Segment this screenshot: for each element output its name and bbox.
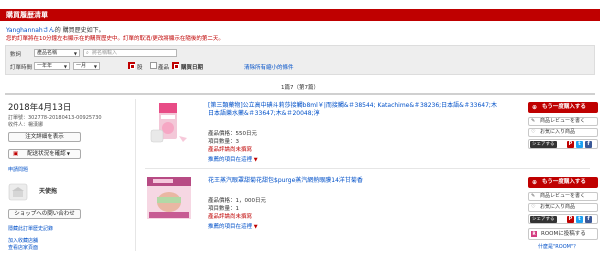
inquiry-link[interactable]: 申請問題 [8,166,28,173]
shop-name: 天使拖 [39,188,58,195]
contact-shop-button[interactable]: ショップへの問い合わせ [8,209,81,219]
room-post-button[interactable]: R ROOMに投稿する [528,228,598,240]
option-product: 產品 [158,65,170,71]
clear-filters-link[interactable]: 清除所有縮小的條件 [244,63,294,71]
checkbox-product[interactable] [150,62,157,69]
search-icon: ⌕ [86,50,89,56]
list-item: [第三類藥物]公立高中碘斗莉莎接觸b8ml￥|而接觸&＃38544; Katac… [145,102,598,164]
product-quantity: 項目數量：1 [208,206,239,212]
share-bar: シェアする P t f [528,139,598,149]
order-notice: 您的訂單將在10分鐘左右顯示在的購買歷史中。訂單的取消/更改將顯示在隨後的第二天… [6,36,224,42]
pencil-icon: ✎ [531,193,536,199]
view-shop-link[interactable]: 查看店家頁面 [8,244,38,251]
pinterest-icon[interactable]: P [567,141,574,148]
column-divider [135,99,136,251]
chevron-down-icon: ▼ [93,64,97,69]
chevron-down-icon: ▼ [73,51,77,56]
hide-history-link[interactable]: 隱藏此訂單歷史記錄 [8,225,53,232]
checkbox-shares[interactable] [128,62,135,69]
share-button[interactable]: シェアする [530,216,557,223]
product-title-link[interactable]: 花王蒸汽眼罩甜菊花甜包$purge蒸汽網熱眼膜14洋甘菊香 [208,177,498,185]
what-is-room-link[interactable]: 什麼是"ROOM"？ [538,243,578,250]
add-favorite-shop-link[interactable]: 加入收藏店舖 [8,237,38,244]
twitter-icon[interactable]: t [576,141,583,148]
cart-icon: ⊕ [532,104,538,111]
greeting-text: 的 購買歷史如下。 [54,27,105,34]
delivery-status-button[interactable]: ▣ 配送状況を確認 ▼ [8,149,81,159]
chevron-down-icon: ▼ [253,157,258,163]
checkbox-date[interactable] [172,62,179,69]
page-header: 購買履歴清單 [0,9,600,21]
heart-icon: ♡ [531,204,536,210]
keyword-input[interactable]: ⌕ 將名稱輸入 [83,49,177,57]
recommendation-link[interactable]: 推薦的項目在這裡 ▼ [208,155,258,163]
recommendation-link[interactable]: 推薦的項目在這裡 ▼ [208,222,258,230]
twitter-icon[interactable]: t [576,216,583,223]
facebook-icon[interactable]: f [585,141,592,148]
share-bar: シェアする P t f [528,214,598,224]
review-status: 產品評論尚未撰寫 [208,147,253,153]
order-number: 訂單號：302778-20180413-00925730 [8,115,102,121]
product-title-link[interactable]: [第三類藥物]公立高中碘斗莉莎接觸b8ml￥|而接觸&＃38544; Katac… [208,102,498,118]
search-panel: 數詞 產品名稱 ▼ ⌕ 將名稱輸入 訂單時間 一年年 ▼ 一月 ▼ 股 產品 購買日期 … [5,45,595,75]
item-divider [145,168,590,169]
list-item: 花王蒸汽眼罩甜菊花甜包$purge蒸汽網熱眼膜14洋甘菊香 產品價格：1，000… [145,177,598,253]
keyword-label: 數詞 [10,52,22,58]
period-label: 訂單時間 [10,65,33,71]
product-quantity: 項目數量：3 [208,139,239,145]
order-recipient: 收件人：楊漢娜 [8,122,44,128]
chevron-down-icon: ▼ [63,64,67,69]
month-select[interactable]: 一月 ▼ [73,62,100,70]
truck-icon: ▣ [13,151,19,157]
review-status: 產品評論尚未撰寫 [208,214,253,220]
pagination-summary: 1篇7（第7篇） [281,85,319,91]
pencil-icon: ✎ [531,118,536,124]
order-card: 2018年4月13日 訂單號：302778-20180413-00925730 … [5,93,598,253]
rebuy-button[interactable]: ⊕ もう一度購入する [528,177,598,188]
product-price: 產品價格：1，000日元 [208,198,266,204]
rebuy-button[interactable]: ⊕ もう一度購入する [528,102,598,113]
field-select[interactable]: 產品名稱 ▼ [34,49,80,57]
pinterest-icon[interactable]: P [567,216,574,223]
write-review-button[interactable]: ✎ 商品レビューを書く [528,117,598,126]
greeting: Yanghannahさん的 購買歷史如下。 [6,25,105,34]
page-title: 購買履歴清單 [6,11,48,19]
shop-icon [8,183,28,201]
write-review-button[interactable]: ✎ 商品レビューを書く [528,192,598,201]
option-date: 購買日期 [181,65,204,71]
option-shares: 股 [137,65,143,71]
year-select[interactable]: 一年年 ▼ [34,62,70,70]
chevron-down-icon: ▼ [253,224,258,230]
favorite-button[interactable]: ♡ お気に入り商品 [528,128,598,137]
cart-icon: ⊕ [532,179,538,186]
room-icon: R [531,231,537,237]
favorite-button[interactable]: ♡ お気に入り商品 [528,203,598,212]
product-image[interactable] [145,102,193,144]
order-date: 2018年4月13日 [8,103,72,113]
product-image[interactable] [145,177,193,219]
chevron-down-icon: ▼ [65,151,70,156]
user-link[interactable]: Yanghannahさん [6,27,55,34]
product-price: 產品價格：550日元 [208,131,257,137]
facebook-icon[interactable]: f [585,216,592,223]
order-detail-button[interactable]: 注文詳細を表示 [8,132,81,142]
share-button[interactable]: シェアする [530,141,557,148]
heart-icon: ♡ [531,129,536,135]
